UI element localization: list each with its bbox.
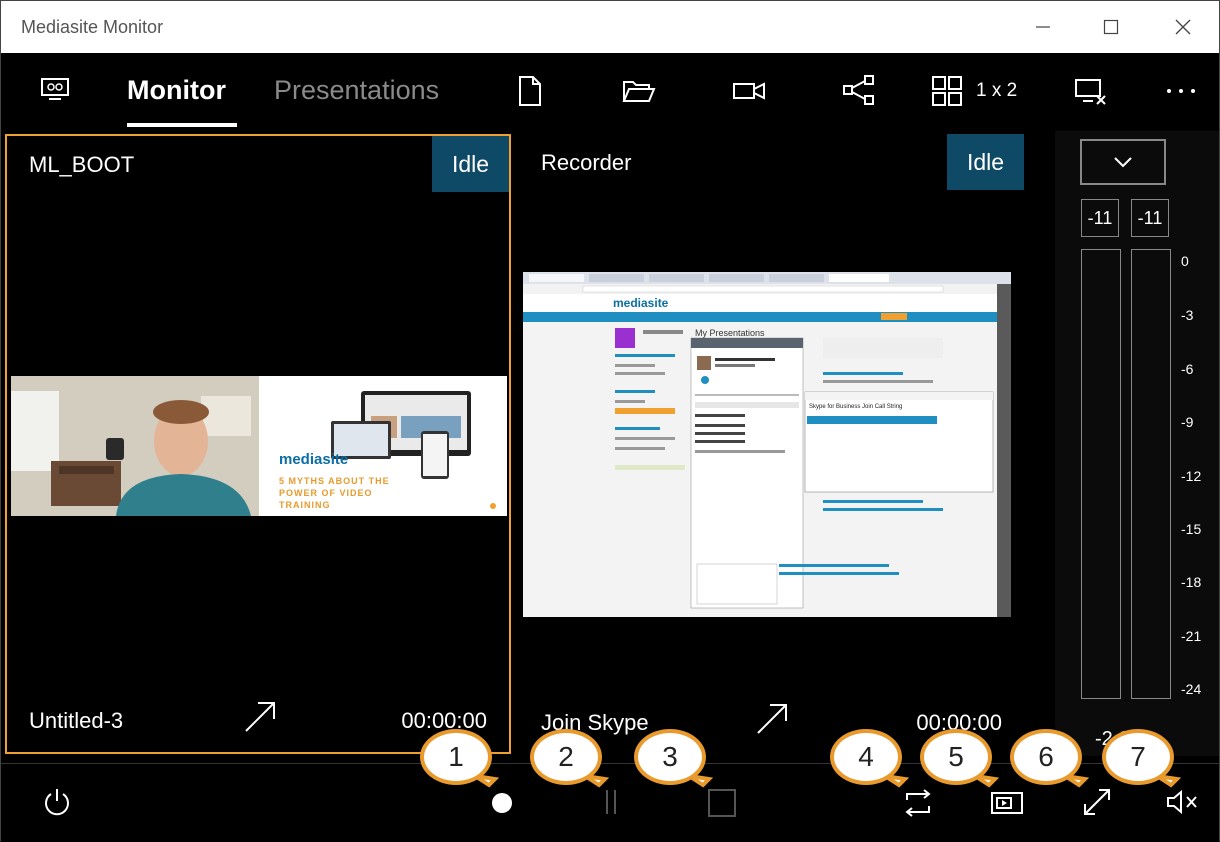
callout-5: 5 [920,729,992,785]
callout-2: 2 [530,729,602,785]
callout-4: 4 [830,729,902,785]
callout-6: 6 [1010,729,1082,785]
app-window: Mediasite Monitor Monitor Presentations [0,0,1220,842]
callout-7: 7 [1102,729,1174,785]
callout-1: 1 [420,729,492,785]
callout-3: 3 [634,729,706,785]
callout-tails [473,774,1182,788]
